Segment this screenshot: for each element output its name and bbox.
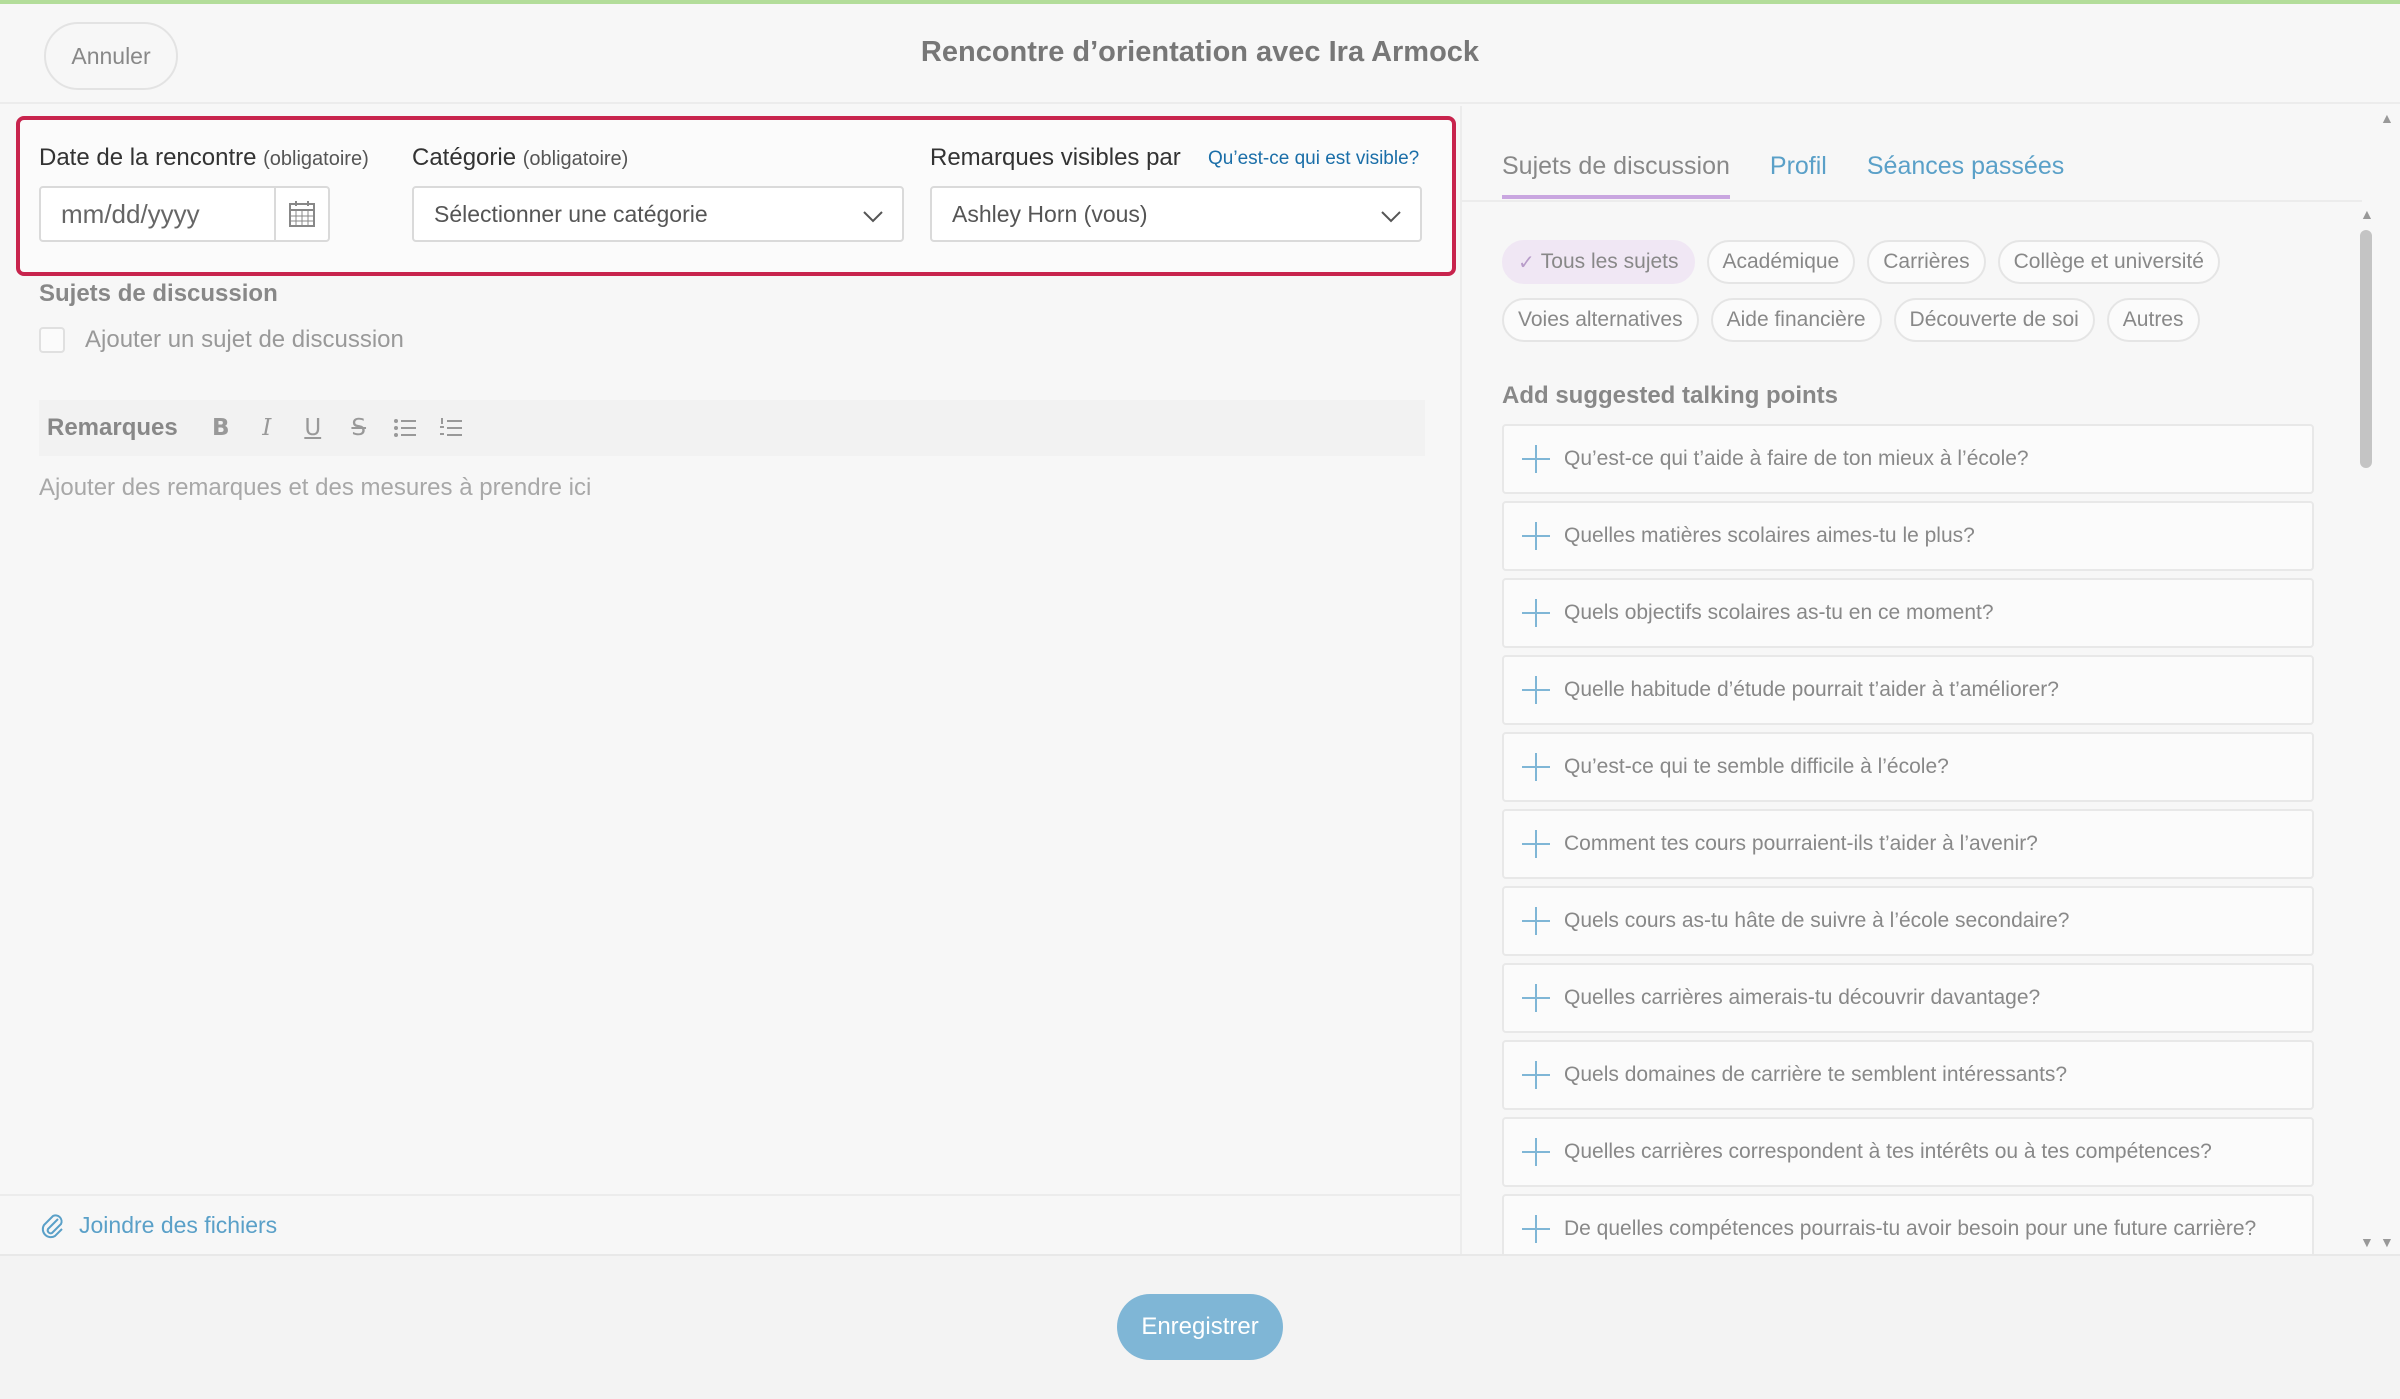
- chip-self-discovery[interactable]: Découverte de soi: [1893, 298, 2095, 342]
- notes-label: Remarques: [47, 414, 178, 441]
- date-placeholder: mm/dd/yyyy: [61, 198, 200, 229]
- add-talking-point-row[interactable]: Ajouter un sujet de discussion: [39, 326, 404, 354]
- chip-all-topics[interactable]: ✓ Tous les sujets: [1502, 240, 1695, 284]
- italic-button[interactable]: I: [244, 408, 290, 448]
- plus-icon: [1522, 1138, 1550, 1166]
- check-icon: ✓: [1518, 251, 1535, 274]
- suggested-point-text: Quelles carrières correspondent à tes in…: [1564, 1140, 2212, 1163]
- scroll-up-icon[interactable]: ▲: [2360, 206, 2374, 222]
- talking-points-panel: Sujets de discussion Profil Séances pass…: [1462, 106, 2400, 1254]
- add-topic-checkbox[interactable]: [39, 327, 65, 353]
- suggested-points-heading: Add suggested talking points: [1502, 382, 1839, 409]
- panel-scroll-down-icon[interactable]: ▼: [2380, 1234, 2394, 1250]
- chip-college[interactable]: Collège et université: [1997, 240, 2220, 284]
- suggested-point-item[interactable]: Quelle habitude d’étude pourrait t’aider…: [1502, 655, 2314, 725]
- suggested-points-list: Qu’est-ce qui t’aide à faire de ton mieu…: [1502, 424, 2314, 1254]
- strikethrough-button[interactable]: S: [336, 408, 382, 448]
- plus-icon: [1522, 830, 1550, 858]
- visibility-field-label: Remarques visibles par: [930, 144, 1181, 171]
- plus-icon: [1522, 984, 1550, 1012]
- notes-editor-placeholder[interactable]: Ajouter des remarques et des mesures à p…: [39, 474, 591, 502]
- chevron-down-icon: [863, 211, 883, 223]
- category-label-text: Catégorie: [412, 144, 517, 171]
- suggested-point-item[interactable]: Qu’est-ce qui t’aide à faire de ton mieu…: [1502, 424, 2314, 494]
- right-panel-tabs: Sujets de discussion Profil Séances pass…: [1502, 152, 2104, 199]
- suggested-point-item[interactable]: Quels objectifs scolaires as-tu en ce mo…: [1502, 578, 2314, 648]
- meeting-date-input[interactable]: mm/dd/yyyy: [39, 186, 330, 242]
- panel-scroll-up-icon[interactable]: ▲: [2380, 110, 2394, 126]
- save-button[interactable]: Enregistrer: [1117, 1294, 1283, 1360]
- talking-points-heading: Sujets de discussion: [39, 280, 278, 307]
- scrollbar-thumb[interactable]: [2360, 230, 2372, 468]
- modal-footer: Enregistrer: [0, 1254, 2400, 1399]
- suggested-point-item[interactable]: Quels domaines de carrière te semblent i…: [1502, 1040, 2314, 1110]
- category-select-value: Sélectionner une catégorie: [434, 200, 708, 227]
- plus-icon: [1522, 676, 1550, 704]
- paperclip-icon: [41, 1214, 63, 1239]
- chip-label: Tous les sujets: [1540, 250, 1679, 273]
- chip-financial-aid[interactable]: Aide financière: [1710, 298, 1882, 342]
- bullet-list-icon: [393, 419, 416, 437]
- numbered-list-button[interactable]: [428, 408, 474, 448]
- visibility-select-value: Ashley Horn (vous): [952, 200, 1148, 227]
- plus-icon: [1522, 1215, 1550, 1243]
- chip-academic[interactable]: Académique: [1706, 240, 1856, 284]
- suggested-point-text: Qu’est-ce qui te semble difficile à l’éc…: [1564, 755, 1949, 778]
- tabs-underline: [1462, 200, 2362, 202]
- plus-icon: [1522, 753, 1550, 781]
- suggested-point-item[interactable]: Quelles carrières correspondent à tes in…: [1502, 1117, 2314, 1187]
- suggested-point-item[interactable]: Comment tes cours pourraient-ils t’aider…: [1502, 809, 2314, 879]
- suggested-point-item[interactable]: De quelles compétences pourrais-tu avoir…: [1502, 1194, 2314, 1254]
- category-required-text: (obligatoire): [522, 148, 629, 170]
- plus-icon: [1522, 1061, 1550, 1089]
- category-select[interactable]: Sélectionner une catégorie: [412, 186, 904, 242]
- tab-talking-points[interactable]: Sujets de discussion: [1502, 152, 1730, 199]
- suggested-point-text: Quelles matières scolaires aimes-tu le p…: [1564, 524, 1975, 547]
- attach-files-bar[interactable]: Joindre des fichiers: [0, 1194, 1460, 1254]
- chip-alternative-paths[interactable]: Voies alternatives: [1502, 298, 1699, 342]
- tab-profile[interactable]: Profil: [1770, 152, 1827, 199]
- suggested-point-text: Quelle habitude d’étude pourrait t’aider…: [1564, 678, 2059, 701]
- bullet-list-button[interactable]: [382, 408, 428, 448]
- plus-icon: [1522, 522, 1550, 550]
- page-title: Rencontre d’orientation avec Ira Armock: [920, 36, 1480, 68]
- chevron-down-icon: [1381, 211, 1401, 223]
- topic-filter-chips: ✓ Tous les sujets Académique Carrières C…: [1502, 240, 2322, 356]
- chip-careers[interactable]: Carrières: [1867, 240, 1986, 284]
- calendar-icon[interactable]: [274, 188, 328, 240]
- suggested-point-text: Comment tes cours pourraient-ils t’aider…: [1564, 832, 2038, 855]
- suggested-point-text: De quelles compétences pourrais-tu avoir…: [1564, 1217, 2257, 1240]
- modal-header: Annuler Rencontre d’orientation avec Ira…: [0, 4, 2400, 104]
- suggested-point-item[interactable]: Quelles matières scolaires aimes-tu le p…: [1502, 501, 2314, 571]
- visibility-select[interactable]: Ashley Horn (vous): [930, 186, 1422, 242]
- date-label-text: Date de la rencontre: [39, 144, 257, 171]
- suggested-point-text: Quelles carrières aimerais-tu découvrir …: [1564, 986, 2041, 1009]
- suggested-point-text: Quels objectifs scolaires as-tu en ce mo…: [1564, 601, 1994, 624]
- chip-other[interactable]: Autres: [2106, 298, 2200, 342]
- bold-button[interactable]: B: [198, 408, 244, 448]
- plus-icon: [1522, 907, 1550, 935]
- date-field-label: Date de la rencontre (obligatoire): [39, 144, 369, 172]
- plus-icon: [1522, 445, 1550, 473]
- suggested-point-text: Quels domaines de carrière te semblent i…: [1564, 1063, 2068, 1086]
- what-is-visible-link[interactable]: Qu’est-ce qui est visible?: [1208, 148, 1419, 170]
- suggested-point-text: Qu’est-ce qui t’aide à faire de ton mieu…: [1564, 447, 2029, 470]
- suggested-point-item[interactable]: Quelles carrières aimerais-tu découvrir …: [1502, 963, 2314, 1033]
- scroll-down-icon[interactable]: ▼: [2360, 1234, 2374, 1250]
- attach-files-link[interactable]: Joindre des fichiers: [79, 1212, 277, 1239]
- category-field-label: Catégorie (obligatoire): [412, 144, 628, 172]
- add-topic-text: Ajouter un sujet de discussion: [85, 326, 404, 353]
- notes-toolbar: Remarques B I U S: [39, 400, 1425, 456]
- date-required-text: (obligatoire): [263, 148, 369, 170]
- underline-button[interactable]: U: [290, 408, 336, 448]
- suggested-point-item[interactable]: Qu’est-ce qui te semble difficile à l’éc…: [1502, 732, 2314, 802]
- numbered-list-icon: [439, 418, 462, 436]
- plus-icon: [1522, 599, 1550, 627]
- tab-past-sessions[interactable]: Séances passées: [1867, 152, 2064, 199]
- suggested-point-text: Quels cours as-tu hâte de suivre à l’éco…: [1564, 909, 2070, 932]
- meeting-form-panel: Date de la rencontre (obligatoire) Catég…: [0, 106, 1460, 1254]
- suggested-point-item[interactable]: Quels cours as-tu hâte de suivre à l’éco…: [1502, 886, 2314, 956]
